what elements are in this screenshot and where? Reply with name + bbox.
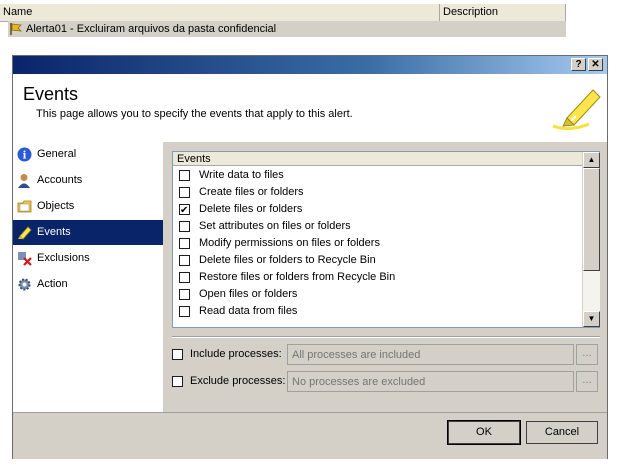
scroll-up-button[interactable]: ▲: [583, 152, 600, 168]
svg-text:i: i: [23, 151, 27, 162]
list-item-name: Alerta01 - Excluiram arquivos da pasta c…: [26, 23, 277, 35]
sidebar-nav: i General Accounts Objects Events Exclus…: [13, 142, 164, 412]
include-processes-input[interactable]: [287, 344, 574, 365]
alert-flag-icon: [9, 22, 23, 36]
sidebar-item-events[interactable]: Events: [13, 220, 163, 245]
exclude-processes-input[interactable]: [287, 371, 574, 392]
divider: [172, 336, 600, 338]
info-icon: i: [17, 147, 32, 162]
checkbox[interactable]: [179, 289, 190, 300]
event-modify-permissions[interactable]: Modify permissions on files or folders: [179, 235, 579, 252]
scroll-thumb[interactable]: [583, 168, 600, 271]
event-delete-recycle[interactable]: Delete files or folders to Recycle Bin: [179, 252, 579, 269]
help-button[interactable]: ?: [571, 58, 586, 71]
event-label: Write data to files: [199, 169, 284, 181]
checkbox[interactable]: [179, 255, 190, 266]
folder-icon: [17, 199, 32, 214]
sidebar-item-label: General: [37, 148, 77, 160]
checkbox[interactable]: [179, 238, 190, 249]
sidebar-item-objects[interactable]: Objects: [13, 194, 163, 219]
events-list[interactable]: Events Write data to files Create files …: [172, 151, 600, 328]
sidebar-item-label: Action: [37, 278, 68, 290]
column-header-description[interactable]: Description: [440, 4, 566, 21]
page-title: Events: [23, 84, 79, 104]
cancel-button[interactable]: Cancel: [526, 421, 598, 444]
highlighter-icon: [17, 225, 32, 240]
include-processes-label: Include processes:: [190, 348, 282, 360]
sidebar-item-label: Exclusions: [37, 252, 90, 264]
event-label: Modify permissions on files or folders: [199, 237, 380, 249]
event-restore-recycle[interactable]: Restore files or folders from Recycle Bi…: [179, 269, 579, 286]
exclude-processes-label: Exclude processes:: [190, 375, 286, 387]
dialog-titlebar[interactable]: ? ✕: [13, 56, 607, 74]
event-delete-files[interactable]: Delete files or folders: [179, 201, 579, 219]
list-header: Name Description: [0, 4, 566, 22]
sidebar-item-label: Accounts: [37, 174, 83, 186]
dialog-footer: OK Cancel: [13, 412, 607, 459]
events-panel: Events Write data to files Create files …: [163, 142, 607, 412]
sidebar-item-label: Events: [37, 226, 71, 238]
sidebar-item-action[interactable]: Action: [13, 272, 163, 297]
sidebar-item-general[interactable]: i General: [13, 142, 163, 167]
event-read-data[interactable]: Read data from files: [179, 303, 579, 320]
page-banner: Events This page allows you to specify t…: [13, 74, 607, 143]
user-icon: [17, 173, 32, 188]
include-browse-button[interactable]: ...: [576, 344, 598, 365]
event-label: Read data from files: [199, 305, 298, 317]
scroll-down-button[interactable]: ▼: [583, 311, 600, 327]
column-header-name[interactable]: Name: [0, 4, 440, 21]
checkbox[interactable]: [179, 272, 190, 283]
checkbox[interactable]: [179, 221, 190, 232]
exclude-processes-checkbox[interactable]: [172, 376, 183, 387]
event-label: Open files or folders: [199, 288, 298, 300]
ok-button[interactable]: OK: [447, 420, 521, 445]
exclude-processes-row: Exclude processes: ...: [172, 371, 602, 393]
close-button[interactable]: ✕: [588, 58, 603, 71]
sidebar-item-exclusions[interactable]: Exclusions: [13, 246, 163, 271]
highlighter-pen-icon: [549, 82, 601, 134]
include-processes-checkbox[interactable]: [172, 349, 183, 360]
include-processes-row: Include processes: ...: [172, 344, 602, 366]
events-scrollbar[interactable]: ▲ ▼: [582, 152, 600, 327]
checkbox-checked[interactable]: [179, 202, 190, 219]
event-set-attributes[interactable]: Set attributes on files or folders: [179, 218, 579, 235]
checkbox[interactable]: [179, 170, 190, 181]
event-label: Create files or folders: [199, 186, 304, 198]
events-list-header: Events: [173, 152, 582, 166]
sidebar-item-accounts[interactable]: Accounts: [13, 168, 163, 193]
event-label: Set attributes on files or folders: [199, 220, 351, 232]
page-description: This page allows you to specify the even…: [36, 108, 353, 120]
gear-icon: [17, 277, 32, 292]
event-write-data[interactable]: Write data to files: [179, 167, 579, 184]
checkbox[interactable]: [179, 187, 190, 198]
exclude-browse-button[interactable]: ...: [576, 371, 598, 392]
list-item[interactable]: Alerta01 - Excluiram arquivos da pasta c…: [8, 21, 566, 37]
checkbox[interactable]: [179, 306, 190, 317]
alert-properties-dialog: ? ✕ Events This page allows you to speci…: [12, 55, 608, 459]
event-open-files[interactable]: Open files or folders: [179, 286, 579, 303]
event-label: Restore files or folders from Recycle Bi…: [199, 271, 396, 283]
exclusion-icon: [17, 251, 32, 266]
event-label: Delete files or folders: [199, 203, 303, 215]
event-create-files[interactable]: Create files or folders: [179, 184, 579, 201]
event-label: Delete files or folders to Recycle Bin: [199, 254, 376, 266]
sidebar-item-label: Objects: [37, 200, 75, 212]
